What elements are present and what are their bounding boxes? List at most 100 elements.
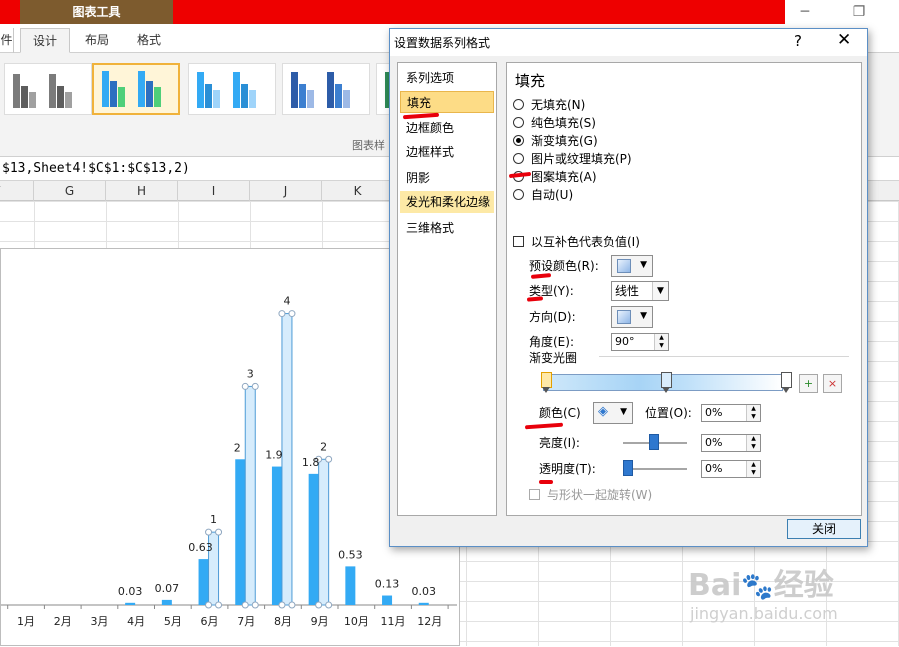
chart-style-1[interactable] (4, 63, 92, 115)
chart-style-4[interactable] (282, 63, 370, 115)
restore-icon[interactable]: ❐ (839, 0, 879, 24)
chart-style-3[interactable] (188, 63, 276, 115)
preset-color-label: 预设颜色(R): (529, 259, 599, 273)
data-label-series1: 1.9 (265, 449, 283, 462)
panel-heading: 填充 (515, 72, 546, 90)
selection-handle (288, 310, 296, 318)
bar-series1 (308, 473, 319, 605)
spinner-arrows-icon[interactable]: ▲ ▼ (746, 405, 760, 421)
column-header[interactable]: K (322, 181, 394, 201)
bar-series2 (318, 458, 330, 606)
close-icon[interactable]: ✕ (837, 30, 851, 50)
brightness-slider-thumb[interactable] (649, 434, 659, 450)
style-bar (118, 87, 125, 107)
brightness-value: 0% (705, 436, 723, 449)
gradient-stop-3[interactable] (781, 372, 792, 394)
ribbon-tab-0[interactable]: 设计 (20, 28, 70, 53)
transparency-value: 0% (705, 462, 723, 475)
style-bar (233, 72, 240, 108)
help-icon[interactable]: ? (794, 32, 802, 50)
x-tick-label: 10月 (344, 615, 369, 628)
bar-series1 (345, 566, 356, 605)
selection-handle (278, 310, 286, 318)
selection-handle (241, 601, 249, 609)
x-tick-label: 4月 (127, 615, 145, 628)
direction-dropdown[interactable]: ▼ (611, 306, 653, 328)
watermark-main: Bai (688, 568, 742, 603)
style-bar (197, 72, 204, 108)
data-label-series1: 0.07 (155, 582, 180, 595)
style-bar (110, 81, 117, 107)
column-header[interactable]: I (178, 181, 250, 201)
fill-option-label: 纯色填充(S) (531, 116, 596, 130)
gradient-stop-2[interactable] (661, 372, 672, 394)
data-label-series1: 2 (234, 441, 241, 454)
bar-series2 (244, 385, 256, 606)
nav-item-6[interactable]: 三维格式 (400, 217, 494, 239)
selection-handle (288, 601, 296, 609)
selection-handle (325, 455, 333, 463)
dialog-title-bar[interactable]: 设置数据系列格式 ? ✕ (390, 29, 867, 56)
column-header[interactable]: F (0, 181, 34, 201)
remove-stop-button[interactable]: × (823, 374, 842, 393)
chart-tools-tab[interactable]: 图表工具 (20, 0, 173, 24)
data-label-series1: 0.63 (188, 541, 213, 554)
nav-item-4[interactable]: 阴影 (400, 167, 494, 189)
invert-negative-checkbox[interactable]: 以互补色代表负值(I) (513, 233, 640, 251)
brightness-spinner[interactable]: 0% ▲ ▼ (701, 434, 761, 452)
fill-option-2[interactable]: 渐变填充(G) (513, 132, 598, 150)
data-label-series2: 1 (210, 513, 217, 526)
nav-item-3[interactable]: 边框样式 (400, 141, 494, 163)
color-label: 颜色(C) (539, 406, 581, 420)
chart-style-2[interactable] (92, 63, 180, 115)
position-spinner[interactable]: 0% ▲ ▼ (701, 404, 761, 422)
chevron-down-icon: ▼ (620, 407, 627, 417)
ribbon-tab-1[interactable]: 布局 (72, 28, 122, 53)
type-select[interactable]: 线性 ▼ (611, 281, 669, 301)
close-button[interactable]: 关闭 (787, 519, 861, 539)
column-header[interactable]: H (106, 181, 178, 201)
gradient-stop-1[interactable] (541, 372, 552, 394)
bar-series1 (418, 602, 429, 605)
ribbon-tab-2[interactable]: 格式 (124, 28, 174, 53)
nav-item-0[interactable]: 系列选项 (400, 67, 494, 89)
fill-option-3[interactable]: 图片或纹理填充(P) (513, 150, 632, 168)
minimize-icon[interactable]: ─ (785, 0, 825, 24)
column-header[interactable]: J (250, 181, 322, 201)
nav-item-1[interactable]: 填充 (400, 91, 494, 113)
transparency-slider-thumb[interactable] (623, 460, 633, 476)
nav-item-5[interactable]: 发光和柔化边缘 (400, 191, 494, 213)
fill-option-label: 图片或纹理填充(P) (531, 152, 632, 166)
angle-spinner[interactable]: 90° ▲ ▼ (611, 333, 669, 351)
chevron-down-icon: ▼ (640, 260, 647, 270)
add-stop-button[interactable]: + (799, 374, 818, 393)
style-bar (154, 87, 161, 107)
selection-handle (205, 528, 213, 536)
invert-negative-label: 以互补色代表负值(I) (531, 235, 640, 249)
fill-option-4[interactable]: 图案填充(A) (513, 168, 597, 186)
style-bar (13, 74, 20, 108)
data-label-series2: 4 (283, 295, 290, 308)
fill-option-1[interactable]: 纯色填充(S) (513, 114, 596, 132)
style-bar (65, 92, 72, 108)
radio-icon (513, 117, 524, 128)
format-data-series-dialog: 设置数据系列格式 ? ✕ 系列选项 填充 边框颜色 边框样式 阴影 发光和柔化边缘 三维格式… (389, 28, 868, 547)
gradient-stops-heading: 渐变光圈 (529, 351, 578, 365)
transparency-spinner[interactable]: 0% ▲ ▼ (701, 460, 761, 478)
style-bar (291, 72, 298, 108)
style-bar (327, 72, 334, 108)
spinner-arrows-icon[interactable]: ▲ ▼ (746, 461, 760, 477)
spinner-arrows-icon[interactable]: ▲ ▼ (654, 334, 668, 350)
fill-option-5[interactable]: 自动(U) (513, 186, 573, 204)
chart-style-5[interactable] (376, 63, 408, 115)
fill-option-0[interactable]: 无填充(N) (513, 96, 585, 114)
column-header[interactable]: G (34, 181, 106, 201)
nav-item-2[interactable]: 边框颜色 (400, 117, 494, 139)
spinner-arrows-icon[interactable]: ▲ ▼ (746, 435, 760, 451)
color-picker-button[interactable]: ◈ ▼ (593, 402, 633, 424)
brightness-label: 亮度(I): (539, 436, 580, 450)
rotate-with-shape-checkbox[interactable]: 与形状一起旋转(W) (529, 486, 652, 504)
ribbon-tab-partial[interactable]: 件 (0, 28, 14, 53)
style-bar (21, 86, 28, 108)
preset-color-dropdown[interactable]: ▼ (611, 255, 653, 277)
